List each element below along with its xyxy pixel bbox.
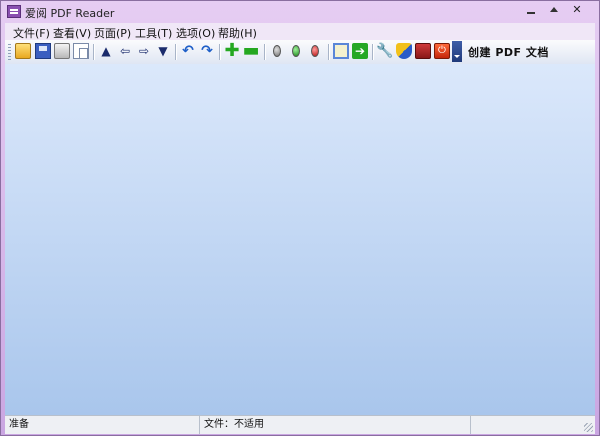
- gray-button-icon[interactable]: [269, 43, 285, 59]
- minimize-button[interactable]: [520, 3, 542, 19]
- goto-page-icon[interactable]: ➔: [352, 43, 368, 59]
- menu-page[interactable]: 页面(P): [94, 25, 131, 41]
- back-icon[interactable]: ⇦: [117, 43, 133, 59]
- green-button-icon[interactable]: [288, 43, 304, 59]
- previous-page-icon[interactable]: ▲: [98, 43, 114, 59]
- red-button-icon[interactable]: [307, 43, 323, 59]
- rotate-left-icon[interactable]: ↶: [180, 43, 196, 59]
- forward-icon[interactable]: ⇨: [136, 43, 152, 59]
- next-page-icon[interactable]: ▼: [155, 43, 171, 59]
- document-view[interactable]: [5, 64, 595, 415]
- toolbar-separator: [219, 44, 220, 60]
- tools-icon[interactable]: 🔧: [376, 43, 393, 59]
- menu-bar: 文件(F) 查看(V) 页面(P) 工具(T) 选项(O) 帮助(H): [5, 23, 595, 40]
- title-bar[interactable]: 爱阅 PDF Reader ✕: [1, 1, 599, 23]
- menu-file[interactable]: 文件(F): [13, 25, 50, 41]
- copy-icon[interactable]: [73, 43, 89, 59]
- toolbar-separator: [175, 44, 176, 60]
- zoom-in-icon[interactable]: ✚: [224, 42, 240, 60]
- open-icon[interactable]: [15, 43, 31, 59]
- zoom-out-icon[interactable]: ▬: [243, 42, 260, 60]
- app-window: 爱阅 PDF Reader ✕ 文件(F) 查看(V) 页面(P) 工具(T) …: [0, 0, 600, 436]
- menu-options[interactable]: 选项(O): [176, 25, 215, 41]
- menu-help[interactable]: 帮助(H): [218, 25, 257, 41]
- window-title: 爱阅 PDF Reader: [25, 7, 115, 20]
- toolbar-overflow-button[interactable]: [452, 41, 462, 62]
- shield-icon[interactable]: [396, 43, 412, 59]
- fit-page-icon[interactable]: [333, 43, 349, 59]
- close-button[interactable]: ✕: [566, 3, 588, 19]
- app-icon[interactable]: [7, 5, 21, 18]
- book-icon[interactable]: [415, 43, 431, 59]
- power-icon[interactable]: ⏻: [434, 43, 450, 59]
- toolbar-grip[interactable]: [8, 44, 11, 60]
- create-pdf-label[interactable]: 创建 PDF 文档: [468, 44, 549, 60]
- maximize-button[interactable]: [543, 3, 565, 19]
- toolbar-separator: [264, 44, 265, 60]
- status-text: 准备: [5, 416, 200, 434]
- menu-view[interactable]: 查看(V): [53, 25, 91, 41]
- print-icon[interactable]: [54, 43, 70, 59]
- toolbar-separator: [93, 44, 94, 60]
- toolbar-separator: [328, 44, 329, 60]
- rotate-right-icon[interactable]: ↷: [199, 43, 215, 59]
- status-file: 文件：不适用: [200, 416, 471, 434]
- menu-tools[interactable]: 工具(T): [135, 25, 172, 41]
- save-icon[interactable]: [35, 43, 51, 59]
- toolbar: ▲ ⇦ ⇨ ▼ ↶ ↷ ✚ ▬ ➔ 🔧 ⏻ 创建 PDF 文档: [5, 40, 595, 65]
- status-bar: 准备 文件：不适用: [5, 415, 595, 434]
- toolbar-separator: [372, 44, 373, 60]
- status-extra: [471, 416, 595, 434]
